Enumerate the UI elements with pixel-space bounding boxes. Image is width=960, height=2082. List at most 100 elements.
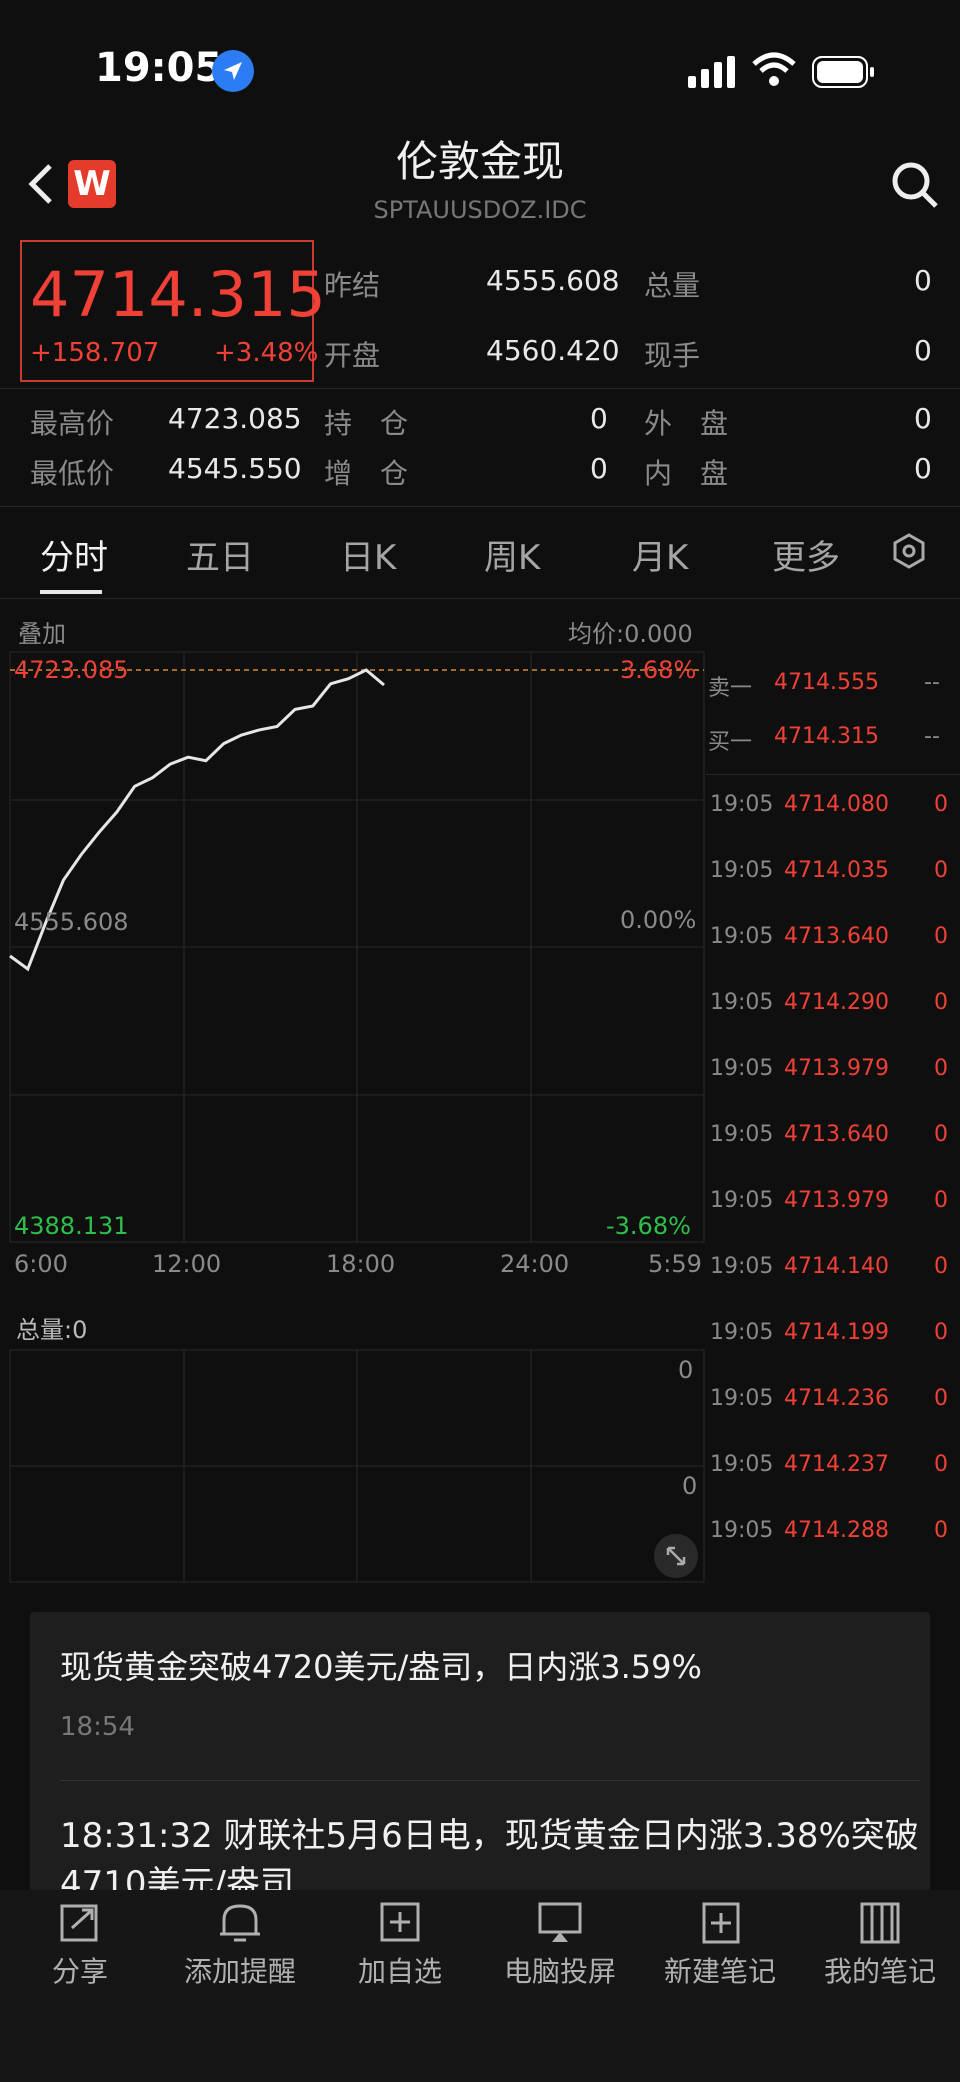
battery-icon [812,56,876,88]
tick-volume: 0 [934,1386,948,1411]
divider [60,1780,920,1781]
tick-time: 19:05 [710,1386,774,1411]
tab-intraday[interactable]: 分时 [40,530,108,579]
tick-price: 4714.288 [784,1518,889,1543]
buy-one-price: 4714.315 [774,724,879,749]
my-notes-button[interactable]: 我的笔记 [800,1950,960,1990]
instrument-code: SPTAUUSDOZ.IDC [373,196,587,224]
stat-value: 4545.550 [168,452,302,485]
active-tab-indicator [40,590,102,594]
volume-tick: 0 [682,1472,698,1500]
chart-high-price: 4723.085 [14,656,129,684]
stat-label: 外 盘 [644,407,729,440]
chart-base-price: 4555.608 [14,908,129,936]
stat-value: 0 [914,264,932,297]
buy-one-vol: -- [924,724,940,749]
search-icon[interactable] [890,160,940,210]
tick-time: 19:05 [710,924,774,949]
chart-base-pct: 0.00% [620,906,697,934]
volume-label: 总量:0 [16,1316,88,1344]
divider [0,388,960,389]
buy-one-label: 买一 [708,730,753,755]
sell-one-vol: -- [924,670,940,695]
new-note-icon[interactable] [640,1898,800,1946]
wifi-icon [752,52,796,88]
tick-time: 19:05 [710,1320,774,1345]
sell-one-price: 4714.555 [774,670,879,695]
share-icon[interactable] [0,1898,160,1946]
tick-price: 4714.237 [784,1452,889,1477]
tick-price: 4713.640 [784,1122,889,1147]
news-headline[interactable]: 现货黄金突破4720美元/盎司，日内涨3.59% [60,1642,702,1688]
tick-price: 4714.080 [784,792,889,817]
stat-value: 4555.608 [486,264,620,297]
stat-value: 4560.420 [486,334,620,367]
stat-value: 0 [914,402,932,435]
add-watchlist-button[interactable]: 加自选 [320,1950,480,1990]
tab-weekly-k[interactable]: 周K [484,530,540,579]
status-time: 19:05 [95,45,223,91]
add-alert-button[interactable]: 添加提醒 [160,1950,320,1990]
tab-five-day[interactable]: 五日 [186,530,254,579]
tick-volume: 0 [934,924,948,949]
last-price: 4714.315 [30,258,326,331]
stat-value: 0 [914,334,932,367]
tick-volume: 0 [934,990,948,1015]
stat-label: 增 仓 [324,457,409,490]
tick-price: 4713.640 [784,924,889,949]
stat-label: 持 仓 [324,407,409,440]
tick-volume: 0 [934,1320,948,1345]
new-note-button[interactable]: 新建笔记 [640,1950,800,1990]
tick-price: 4713.979 [784,1188,889,1213]
page-title: 伦敦金现 [395,137,564,186]
tick-time: 19:05 [710,1254,774,1279]
cast-screen-button[interactable]: 电脑投屏 [480,1950,640,1990]
tab-monthly-k[interactable]: 月K [632,530,688,579]
share-button[interactable]: 分享 [0,1950,160,1990]
chart-high-pct: 3.68% [620,656,697,684]
tick-time: 19:05 [710,858,774,883]
tick-volume: 0 [934,1188,948,1213]
expand-icon[interactable] [654,1534,698,1578]
volume-tick: 0 [678,1356,694,1384]
stat-value: 0 [590,452,608,485]
cast-screen-icon[interactable] [480,1898,640,1946]
x-tick: 5:59 [648,1250,702,1278]
stat-label: 最低价 [30,457,115,490]
stat-label: 最高价 [30,407,115,440]
settings-icon[interactable] [890,532,928,570]
add-watchlist-icon[interactable] [320,1898,480,1946]
stat-label: 内 盘 [644,457,729,490]
tick-time: 19:05 [710,1452,774,1477]
tab-more[interactable]: 更多 [772,530,840,579]
tick-time: 19:05 [710,1188,774,1213]
divider [0,506,960,507]
tick-time: 19:05 [710,1056,774,1081]
stat-label: 现手 [644,339,701,372]
tab-daily-k[interactable]: 日K [340,530,396,579]
stat-value: 0 [590,402,608,435]
tick-volume: 0 [934,1452,948,1477]
signal-icon [688,56,736,88]
stat-label: 开盘 [324,339,381,372]
price-change-pct: +3.48% [214,338,319,368]
sell-one-label: 卖一 [708,676,753,701]
stat-label: 昨结 [324,269,381,302]
my-notes-icon[interactable] [800,1898,960,1946]
tick-price: 4714.140 [784,1254,889,1279]
bell-icon[interactable] [160,1898,320,1946]
tick-price: 4714.199 [784,1320,889,1345]
x-tick: 12:00 [152,1250,222,1278]
x-tick: 24:00 [500,1250,570,1278]
tick-time: 19:05 [710,1518,774,1543]
divider [706,774,960,775]
tick-time: 19:05 [710,1122,774,1147]
price-change: +158.707 [30,338,160,368]
stat-value: 0 [914,452,932,485]
tick-volume: 0 [934,792,948,817]
tick-price: 4714.290 [784,990,889,1015]
tick-time: 19:05 [710,792,774,817]
x-tick: 18:00 [326,1250,396,1278]
tick-volume: 0 [934,1254,948,1279]
divider [0,598,960,599]
